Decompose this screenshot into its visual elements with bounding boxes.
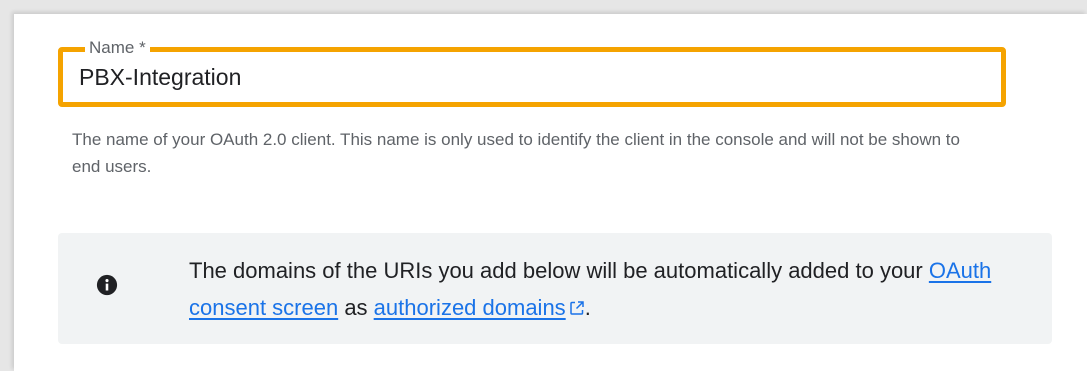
info-icon (96, 274, 118, 296)
info-banner-text: The domains of the URIs you add below wi… (189, 252, 1029, 326)
form-panel: Name * The name of your OAuth 2.0 client… (14, 14, 1087, 371)
info-banner: The domains of the URIs you add below wi… (58, 233, 1052, 344)
info-text-middle: as (338, 295, 374, 320)
name-helper-text: The name of your OAuth 2.0 client. This … (72, 130, 960, 176)
external-link-icon (569, 301, 584, 315)
name-input[interactable] (79, 64, 979, 91)
info-text-after: . (584, 295, 591, 320)
info-text-before: The domains of the URIs you add below wi… (189, 258, 929, 283)
authorized-domains-link-label: authorized domains (373, 295, 566, 320)
name-field[interactable]: Name * (58, 39, 1006, 107)
name-field-label: Name * (85, 39, 150, 57)
authorized-domains-link[interactable]: authorized domains (374, 295, 585, 320)
